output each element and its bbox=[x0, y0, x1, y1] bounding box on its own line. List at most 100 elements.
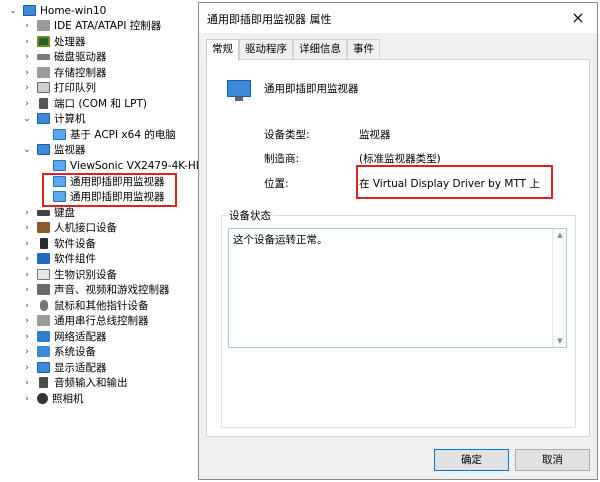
tree-item-biometric[interactable]: › 生物识别设备 bbox=[22, 267, 117, 282]
audio-io-icon bbox=[39, 377, 48, 388]
chevron-right-icon[interactable]: › bbox=[22, 316, 32, 326]
chevron-right-icon[interactable]: › bbox=[22, 363, 32, 373]
manufacturer-value: (标准监视器类型) bbox=[359, 153, 441, 165]
tab-general[interactable]: 常规 bbox=[206, 39, 239, 61]
tree-item-label: 音频输入和输出 bbox=[54, 377, 128, 389]
tree-item-keyboard[interactable]: › 键盘 bbox=[22, 205, 75, 220]
network-icon bbox=[37, 331, 50, 342]
tree-item-software-devices[interactable]: › 软件设备 bbox=[22, 236, 96, 251]
chevron-right-icon[interactable]: › bbox=[22, 347, 32, 357]
tree-item-computer[interactable]: ⌄ 计算机 bbox=[22, 111, 86, 126]
chevron-down-icon[interactable]: ⌄ bbox=[8, 6, 18, 16]
cancel-button[interactable]: 取消 bbox=[515, 449, 590, 471]
tree-item-audio-io[interactable]: › 音频输入和输出 bbox=[22, 375, 128, 390]
chevron-right-icon[interactable]: › bbox=[22, 52, 32, 62]
tab-details[interactable]: 详细信息 bbox=[293, 39, 347, 59]
tree-item-label: 存储控制器 bbox=[54, 67, 107, 79]
tree-item-processor[interactable]: › 处理器 bbox=[22, 34, 86, 49]
highlight-box bbox=[42, 173, 177, 207]
processor-icon bbox=[37, 36, 50, 47]
scroll-down-icon[interactable]: ▼ bbox=[553, 337, 567, 345]
display-adapter-icon bbox=[37, 362, 50, 373]
tree-item-label: 端口 (COM 和 LPT) bbox=[54, 98, 147, 110]
ok-button[interactable]: 确定 bbox=[434, 449, 509, 471]
tree-item-ports[interactable]: › 端口 (COM 和 LPT) bbox=[22, 96, 147, 111]
tree-item-usb[interactable]: › 通用串行总线控制器 bbox=[22, 313, 149, 328]
tree-item-hid[interactable]: › 人机接口设备 bbox=[22, 220, 117, 235]
tree-item-root[interactable]: ⌄ Home-win10 bbox=[8, 3, 106, 18]
hid-icon bbox=[37, 222, 50, 233]
chevron-down-icon[interactable]: ⌄ bbox=[22, 114, 32, 124]
chevron-right-icon[interactable]: › bbox=[22, 208, 32, 218]
tree-item-label: 通用串行总线控制器 bbox=[54, 315, 149, 327]
print-queue-icon bbox=[37, 82, 50, 93]
tree-item-label: 软件组件 bbox=[54, 253, 96, 265]
tree-item-ide[interactable]: › IDE ATA/ATAPI 控制器 bbox=[22, 18, 161, 33]
tree-item-label: 基于 ACPI x64 的电脑 bbox=[70, 129, 176, 141]
chevron-down-icon[interactable]: ⌄ bbox=[22, 145, 32, 155]
monitor-icon bbox=[227, 80, 251, 97]
chevron-right-icon[interactable]: › bbox=[22, 239, 32, 249]
tree-item-print-queue[interactable]: › 打印队列 bbox=[22, 80, 96, 95]
tree-item-cameras[interactable]: › 照相机 bbox=[22, 391, 84, 406]
biometric-icon bbox=[37, 269, 50, 280]
tree-item-disk-drives[interactable]: › 磁盘驱动器 bbox=[22, 49, 106, 64]
keyboard-icon bbox=[37, 209, 50, 216]
tree-item-software-components[interactable]: › 软件组件 bbox=[22, 251, 96, 266]
tree-item-network[interactable]: › 网络适配器 bbox=[22, 329, 107, 344]
chevron-right-icon[interactable]: › bbox=[22, 83, 32, 93]
properties-dialog: 通用即插即用监视器 属性 × 常规 驱动程序 详细信息 事件 通用即插即用监视器… bbox=[198, 2, 598, 480]
tree-item-storage[interactable]: › 存储控制器 bbox=[22, 65, 107, 80]
chevron-right-icon[interactable]: › bbox=[22, 99, 32, 109]
status-scrollbar[interactable]: ▲ ▼ bbox=[552, 229, 566, 347]
tab-driver[interactable]: 驱动程序 bbox=[239, 39, 293, 59]
computer-icon bbox=[23, 5, 36, 16]
tree-item-system-devices[interactable]: › 系统设备 bbox=[22, 344, 96, 359]
tree-item-label: 系统设备 bbox=[54, 346, 96, 358]
tree-item-label: IDE ATA/ATAPI 控制器 bbox=[54, 20, 162, 32]
manufacturer-label: 制造商: bbox=[264, 153, 300, 165]
tree-item-label: 鼠标和其他指针设备 bbox=[54, 300, 149, 312]
chevron-right-icon[interactable]: › bbox=[22, 270, 32, 280]
device-status-label: 设备状态 bbox=[227, 208, 273, 223]
tree-item-monitors[interactable]: ⌄ 监视器 bbox=[22, 142, 86, 157]
monitor-icon bbox=[37, 144, 50, 155]
mouse-icon bbox=[40, 300, 48, 311]
tab-events[interactable]: 事件 bbox=[347, 39, 380, 59]
chevron-right-icon[interactable]: › bbox=[22, 254, 32, 264]
chevron-right-icon[interactable]: › bbox=[22, 21, 32, 31]
tree-item-label: 声音、视频和游戏控制器 bbox=[54, 284, 170, 296]
tree-item-audio-video[interactable]: › 声音、视频和游戏控制器 bbox=[22, 282, 170, 297]
monitor-icon bbox=[53, 160, 66, 171]
storage-controller-icon bbox=[37, 67, 50, 78]
monitor-stand bbox=[235, 97, 243, 101]
device-type-label: 设备类型: bbox=[264, 129, 310, 141]
chevron-right-icon[interactable]: › bbox=[22, 37, 32, 47]
chevron-right-icon[interactable]: › bbox=[22, 332, 32, 342]
device-status-textbox[interactable]: 这个设备运转正常。 ▲ ▼ bbox=[228, 228, 567, 348]
chevron-right-icon[interactable]: › bbox=[22, 285, 32, 295]
tree-item-acpi-pc[interactable]: 基于 ACPI x64 的电脑 bbox=[38, 127, 176, 142]
tree-item-label: 生物识别设备 bbox=[54, 269, 117, 281]
tree-item-viewsonic[interactable]: ViewSonic VX2479-4K-HD bbox=[38, 158, 204, 173]
close-icon[interactable]: × bbox=[567, 7, 589, 29]
tree-item-label: 处理器 bbox=[54, 36, 86, 48]
chevron-right-icon[interactable]: › bbox=[22, 394, 32, 404]
chevron-right-icon[interactable]: › bbox=[22, 301, 32, 311]
tree-item-label: 监视器 bbox=[54, 144, 86, 156]
tree-item-display-adapters[interactable]: › 显示适配器 bbox=[22, 360, 107, 375]
chevron-right-icon[interactable]: › bbox=[22, 68, 32, 78]
tree-item-label: ViewSonic VX2479-4K-HD bbox=[70, 159, 204, 172]
tree-item-label: 网络适配器 bbox=[54, 331, 107, 343]
chevron-right-icon[interactable]: › bbox=[22, 223, 32, 233]
ide-controller-icon bbox=[37, 20, 50, 31]
software-component-icon bbox=[37, 253, 50, 264]
system-device-icon bbox=[37, 346, 50, 357]
scroll-up-icon[interactable]: ▲ bbox=[553, 231, 567, 239]
tree-item-label: 键盘 bbox=[54, 207, 75, 219]
dialog-titlebar[interactable]: 通用即插即用监视器 属性 × bbox=[199, 3, 597, 33]
disk-drive-icon bbox=[37, 53, 50, 60]
tree-item-mice[interactable]: › 鼠标和其他指针设备 bbox=[22, 298, 149, 313]
tree-item-label: 计算机 bbox=[54, 113, 86, 125]
chevron-right-icon[interactable]: › bbox=[22, 378, 32, 388]
